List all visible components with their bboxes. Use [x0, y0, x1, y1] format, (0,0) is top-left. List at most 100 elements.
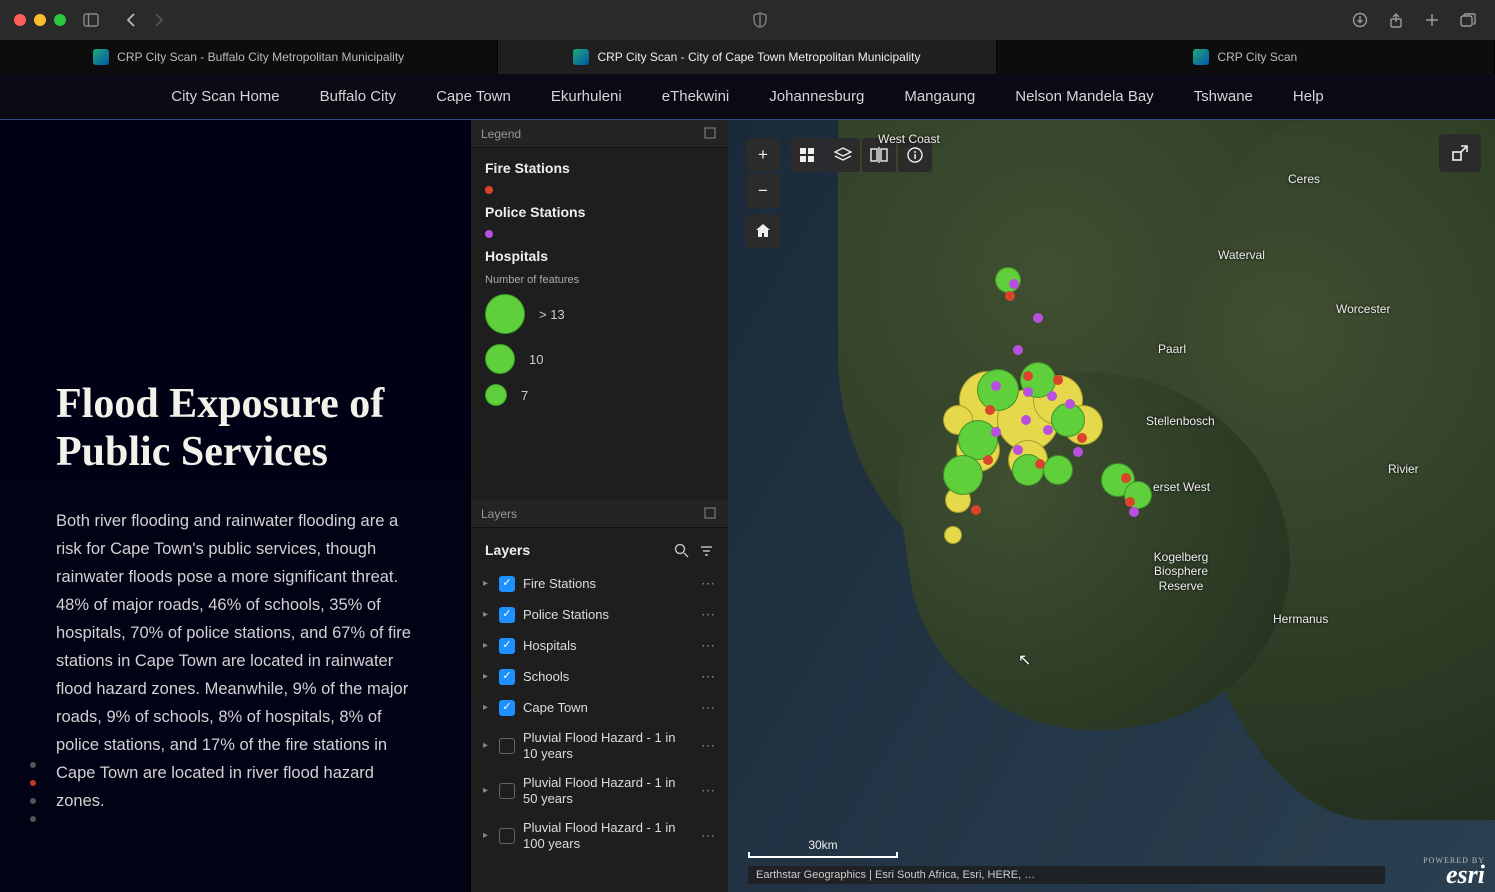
back-button[interactable] [122, 11, 140, 29]
layer-checkbox[interactable] [499, 783, 515, 799]
browser-tab-2[interactable]: CRP City Scan - City of Cape Town Metrop… [498, 40, 996, 74]
expand-arrow-icon[interactable]: ▸ [483, 702, 491, 713]
map-marker[interactable] [1013, 345, 1023, 355]
nav-item[interactable]: eThekwini [662, 88, 730, 105]
map-marker[interactable] [1043, 425, 1053, 435]
dot[interactable] [30, 762, 36, 768]
map-marker[interactable] [1013, 445, 1023, 455]
layer-more-icon[interactable]: ⋯ [701, 606, 716, 623]
map-marker[interactable] [1033, 313, 1043, 323]
collapse-icon[interactable] [704, 127, 718, 141]
nav-item[interactable]: Help [1293, 88, 1324, 105]
home-button[interactable] [746, 214, 780, 248]
shield-icon[interactable] [751, 11, 769, 29]
map-marker[interactable] [943, 455, 983, 495]
map-marker[interactable] [971, 505, 981, 515]
layer-checkbox[interactable] [499, 638, 515, 654]
map-marker[interactable] [1005, 291, 1015, 301]
layer-more-icon[interactable]: ⋯ [701, 637, 716, 654]
collapse-icon[interactable] [704, 507, 718, 521]
map-view[interactable]: + − West CoastCeresWatervalWorcesterPaar… [728, 120, 1495, 892]
expand-arrow-icon[interactable]: ▸ [483, 640, 491, 651]
map-marker[interactable] [1125, 497, 1135, 507]
forward-button[interactable] [150, 11, 168, 29]
layer-more-icon[interactable]: ⋯ [701, 782, 716, 799]
layer-more-icon[interactable]: ⋯ [701, 737, 716, 754]
tabs-overview-icon[interactable] [1459, 11, 1477, 29]
layer-checkbox[interactable] [499, 738, 515, 754]
map-marker[interactable] [1053, 375, 1063, 385]
legend-group-hospitals: Hospitals [485, 248, 714, 264]
sidebar-icon[interactable] [82, 11, 100, 29]
close-button[interactable] [14, 14, 26, 26]
layer-row[interactable]: ▸Schools⋯ [479, 661, 720, 692]
map-marker[interactable] [1073, 447, 1083, 457]
download-icon[interactable] [1351, 11, 1369, 29]
browser-tab-1[interactable]: CRP City Scan - Buffalo City Metropolita… [0, 40, 498, 74]
map-marker[interactable] [991, 381, 1001, 391]
expand-arrow-icon[interactable]: ▸ [483, 830, 491, 841]
layer-row[interactable]: ▸Pluvial Flood Hazard - 1 in 10 years⋯ [479, 723, 720, 768]
map-marker[interactable] [1023, 387, 1033, 397]
layer-row[interactable]: ▸Fire Stations⋯ [479, 568, 720, 599]
layer-checkbox[interactable] [499, 828, 515, 844]
dot[interactable] [30, 798, 36, 804]
expand-map-button[interactable] [1439, 134, 1481, 172]
nav-item[interactable]: Nelson Mandela Bay [1015, 88, 1153, 105]
map-marker[interactable] [1021, 415, 1031, 425]
layer-more-icon[interactable]: ⋯ [701, 827, 716, 844]
map-marker[interactable] [1009, 279, 1019, 289]
layer-checkbox[interactable] [499, 669, 515, 685]
share-icon[interactable] [1387, 11, 1405, 29]
nav-item[interactable]: Buffalo City [320, 88, 396, 105]
expand-arrow-icon[interactable]: ▸ [483, 671, 491, 682]
zoom-out-button[interactable]: − [746, 174, 780, 208]
map-marker[interactable] [1035, 459, 1045, 469]
layer-row[interactable]: ▸Pluvial Flood Hazard - 1 in 100 years⋯ [479, 813, 720, 858]
layer-more-icon[interactable]: ⋯ [701, 575, 716, 592]
layer-checkbox[interactable] [499, 700, 515, 716]
layer-label: Cape Town [523, 700, 693, 716]
nav-item[interactable]: Ekurhuleni [551, 88, 622, 105]
nav-item[interactable]: City Scan Home [171, 88, 279, 105]
layer-more-icon[interactable]: ⋯ [701, 699, 716, 716]
map-marker[interactable] [1065, 399, 1075, 409]
nav-item[interactable]: Johannesburg [769, 88, 864, 105]
map-marker[interactable] [983, 455, 993, 465]
layer-row[interactable]: ▸Pluvial Flood Hazard - 1 in 50 years⋯ [479, 768, 720, 813]
new-tab-icon[interactable] [1423, 11, 1441, 29]
expand-arrow-icon[interactable]: ▸ [483, 785, 491, 796]
maximize-button[interactable] [54, 14, 66, 26]
layer-row[interactable]: ▸Hospitals⋯ [479, 630, 720, 661]
zoom-in-button[interactable]: + [746, 138, 780, 172]
layer-row[interactable]: ▸Police Stations⋯ [479, 599, 720, 630]
nav-item[interactable]: Cape Town [436, 88, 511, 105]
filter-icon[interactable] [699, 543, 714, 558]
layer-row[interactable]: ▸ Cape Town ⋯ [479, 692, 720, 723]
map-marker[interactable] [944, 526, 962, 544]
map-marker[interactable] [1121, 473, 1131, 483]
map-marker[interactable] [1047, 391, 1057, 401]
dot[interactable] [30, 816, 36, 822]
expand-arrow-icon[interactable]: ▸ [483, 740, 491, 751]
map-marker[interactable] [1129, 507, 1139, 517]
layers-stack-icon[interactable] [826, 138, 860, 172]
layer-checkbox[interactable] [499, 576, 515, 592]
layer-checkbox[interactable] [499, 607, 515, 623]
expand-arrow-icon[interactable]: ▸ [483, 609, 491, 620]
map-marker[interactable] [991, 427, 1001, 437]
layer-more-icon[interactable]: ⋯ [701, 668, 716, 685]
browser-tab-3[interactable]: CRP City Scan [997, 40, 1495, 74]
minimize-button[interactable] [34, 14, 46, 26]
nav-item[interactable]: Mangaung [904, 88, 975, 105]
dot-active[interactable] [30, 780, 36, 786]
map-marker[interactable] [958, 420, 998, 460]
map-marker[interactable] [1023, 371, 1033, 381]
map-marker[interactable] [1077, 433, 1087, 443]
expand-arrow-icon[interactable]: ▸ [483, 578, 491, 589]
map-marker[interactable] [1043, 455, 1073, 485]
nav-item[interactable]: Tshwane [1194, 88, 1253, 105]
basemap-gallery-icon[interactable] [790, 138, 824, 172]
map-marker[interactable] [985, 405, 995, 415]
search-icon[interactable] [674, 543, 689, 558]
